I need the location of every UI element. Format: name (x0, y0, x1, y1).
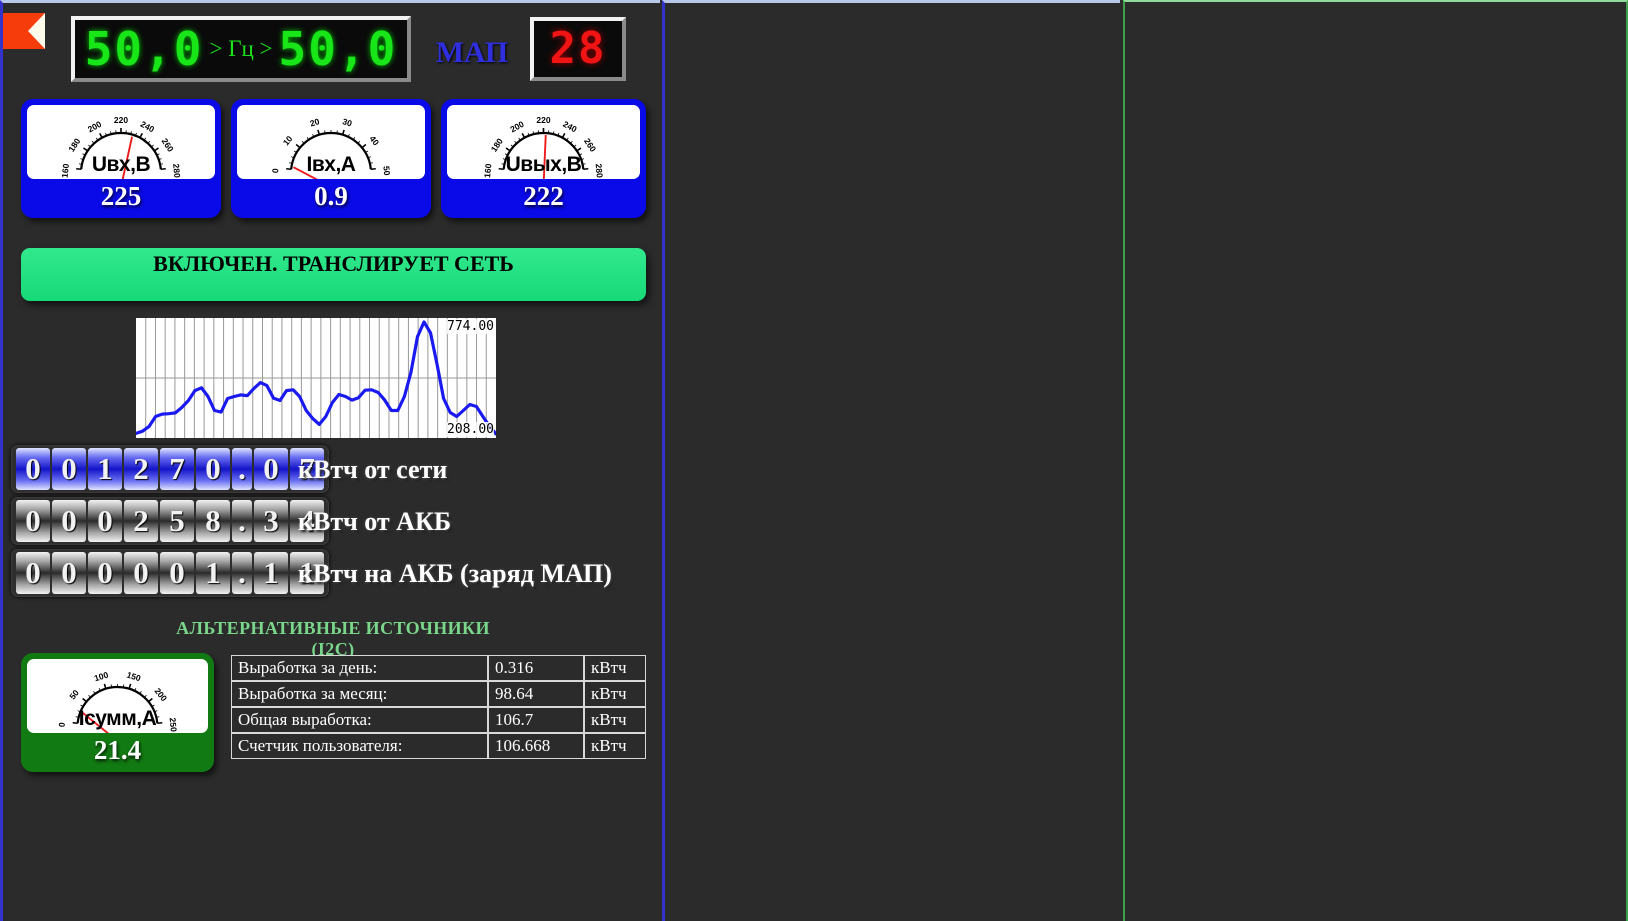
svg-text:240: 240 (139, 119, 156, 135)
odometer-digit: 2 (124, 500, 158, 542)
gauge-ivh-face: 0 10 20 30 40 50 Iвх,А (237, 105, 425, 179)
back-arrow-icon[interactable] (3, 13, 45, 49)
counter-grid-energy-label: кВтч от сети (298, 455, 448, 484)
alt-row-unit: кВтч (584, 655, 646, 681)
gauge-isumm[interactable]: 0 50 100 150 200 250 Iсумм,А 21.4 (21, 653, 214, 772)
gauge-ivh-value: 0.9 (314, 181, 348, 211)
battery-panel: 100% 0/252.1Ач 0 мин АКБ 16 404244464850… (662, 0, 1628, 921)
alt-row-value: 0.316 (488, 655, 584, 681)
chart-mains-power-max-label: 774.00 (447, 319, 494, 334)
gauge-isumm-face: 0 50 100 150 200 250 Iсумм,А (27, 659, 208, 733)
counter-battery-charge-label: кВтч на АКБ (заряд МАП) (298, 559, 612, 588)
odometer-digit: 7 (160, 448, 194, 490)
frequency-unit-label: > Гц > (209, 36, 273, 61)
map-status-code-display: 28 (530, 17, 626, 81)
svg-text:100: 100 (93, 669, 110, 683)
counter-battery-charge: 000001.11 (11, 549, 329, 597)
svg-text:240: 240 (561, 119, 578, 135)
alt-row-name: Счетчик пользователя: (231, 733, 488, 759)
map-status-code-value: 28 (549, 23, 607, 74)
table-row: Счетчик пользователя: 106.668 кВтч (231, 733, 646, 759)
svg-text:50: 50 (67, 688, 81, 702)
svg-text:180: 180 (489, 136, 505, 154)
counter-battery-energy-label: кВтч от АКБ (298, 507, 452, 536)
chart-mains-power-min-label: 208.00 (447, 422, 494, 437)
gauge-ivh-title: Iвх,А (306, 153, 356, 176)
gauge-uvyh-value: 222 (523, 181, 564, 211)
odometer-digit: 0 (124, 552, 158, 594)
alt-row-unit: кВтч (584, 681, 646, 707)
alt-row-name: Выработка за месяц: (231, 681, 488, 707)
alt-row-value: 98.64 (488, 681, 584, 707)
table-row: Общая выработка: 106.7 кВтч (231, 707, 646, 733)
gauge-uvyh-face: 160 180 200 220 240 260 280 Uвых,В (447, 105, 640, 179)
odometer-digit: . (232, 500, 252, 542)
odometer-digit: 0 (88, 552, 122, 594)
odometer-digit: 5 (160, 500, 194, 542)
odometer-digit: 2 (124, 448, 158, 490)
gauge-uvh-face: 160 180 200 220 240 260 280 Uвх,В (27, 105, 215, 179)
odometer-digit: 0 (160, 552, 194, 594)
odometer-digit: 0 (254, 448, 288, 490)
svg-text:200: 200 (153, 686, 170, 704)
svg-text:220: 220 (536, 115, 550, 125)
svg-text:150: 150 (126, 670, 143, 684)
odometer-digit: 3 (254, 500, 288, 542)
svg-text:260: 260 (582, 136, 598, 154)
svg-text:30: 30 (341, 116, 353, 128)
odometer-digit: 0 (52, 500, 86, 542)
counter-grid-energy: 001270.07 (11, 445, 329, 493)
odometer-digit: 1 (196, 552, 230, 594)
alt-row-unit: кВтч (584, 733, 646, 759)
gauge-uvyh[interactable]: 160 180 200 220 240 260 280 Uвых,В 222 (441, 99, 646, 218)
gauge-uvh-title: Uвх,В (91, 153, 151, 176)
table-row: Выработка за день: 0.316 кВтч (231, 655, 646, 681)
frequency-output-value: 50,0 (278, 22, 398, 76)
alt-row-name: Общая выработка: (231, 707, 488, 733)
odometer-digit: . (232, 448, 252, 490)
gauge-isumm-title: Iсумм,А (78, 707, 157, 730)
map-inverter-panel: 50,0 > Гц > 50,0 МАП 28 160 180 200 220 240 2… (0, 0, 660, 921)
odometer-digit: 0 (88, 500, 122, 542)
odometer-digit: . (232, 552, 252, 594)
chart-mains-power: 774.00 208.00 (136, 318, 496, 438)
alt-row-name: Выработка за день: (231, 655, 488, 681)
odometer-digit: 0 (16, 552, 50, 594)
odometer-digit: 0 (16, 500, 50, 542)
dashboard-root: 50,0 > Гц > 50,0 МАП 28 160 180 200 220 240 2… (0, 0, 1628, 921)
alt-row-value: 106.668 (488, 733, 584, 759)
svg-text:200: 200 (86, 119, 103, 135)
svg-text:10: 10 (281, 134, 295, 148)
gauge-uvh-value: 225 (100, 181, 142, 211)
table-row: Выработка за месяц: 98.64 кВтч (231, 681, 646, 707)
gauge-isumm-value: 21.4 (93, 735, 142, 765)
alt-row-unit: кВтч (584, 707, 646, 733)
gauge-uvyh-title: Uвых,В (505, 153, 582, 176)
svg-text:260: 260 (160, 136, 176, 154)
svg-text:180: 180 (66, 136, 82, 154)
svg-text:20: 20 (309, 116, 321, 128)
odometer-digit: 0 (196, 448, 230, 490)
svg-text:40: 40 (368, 134, 382, 148)
mppt-panel: MPPT 26 4080120160200240 U,В 99.1 020406… (1123, 0, 1628, 921)
alt-sources-table: Выработка за день: 0.316 кВтч Выработка за … (231, 655, 646, 759)
svg-text:200: 200 (508, 119, 525, 135)
inverter-status-banner: ВКЛЮЧЕН. ТРАНСЛИРУЕТ СЕТЬ (21, 248, 646, 301)
gauge-ivh[interactable]: 0 10 20 30 40 50 Iвх,А 0.9 (231, 99, 431, 218)
odometer-digit: 8 (196, 500, 230, 542)
odometer-digit: 1 (88, 448, 122, 490)
alt-row-value: 106.7 (488, 707, 584, 733)
svg-text:220: 220 (114, 115, 128, 125)
frequency-display: 50,0 > Гц > 50,0 (71, 16, 411, 82)
odometer-digit: 0 (16, 448, 50, 490)
odometer-digit: 0 (52, 552, 86, 594)
gauge-uvh[interactable]: 160 180 200 220 240 260 280 Uвх,В 225 (21, 99, 221, 218)
map-device-label: МАП (435, 36, 509, 69)
odometer-digit: 1 (254, 552, 288, 594)
counter-battery-energy: 000258.34 (11, 497, 329, 545)
odometer-digit: 0 (52, 448, 86, 490)
frequency-input-value: 50,0 (84, 22, 204, 76)
